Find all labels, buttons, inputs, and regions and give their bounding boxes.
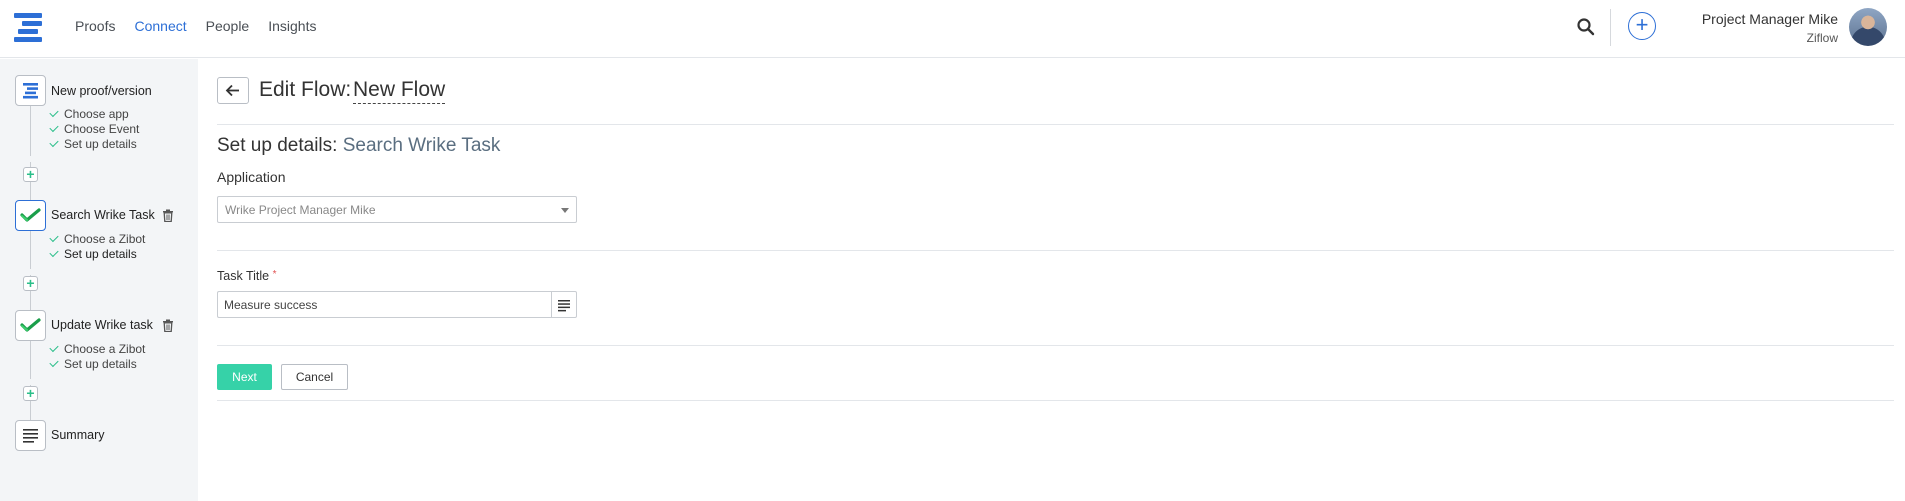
divider: [217, 250, 1894, 251]
check-icon: [49, 107, 59, 118]
flow-name-editable[interactable]: New Flow: [353, 78, 446, 104]
divider: [217, 345, 1894, 346]
add-step-button[interactable]: +: [23, 167, 38, 182]
connector-line: [30, 231, 31, 269]
ziflow-logo[interactable]: [14, 13, 44, 43]
substep-set-up-details[interactable]: Set up details: [49, 357, 137, 371]
user-name[interactable]: Project Manager Mike: [1702, 11, 1838, 27]
add-step-button[interactable]: +: [23, 386, 38, 401]
application-select[interactable]: Wrike Project Manager Mike: [217, 196, 577, 223]
wrike-check-icon[interactable]: [15, 310, 46, 341]
main-nav: Proofs Connect People Insights: [75, 18, 316, 34]
back-button[interactable]: [217, 77, 249, 104]
plus-circle-icon[interactable]: +: [1628, 12, 1656, 40]
substep-choose-a-zibot[interactable]: Choose a Zibot: [49, 232, 145, 246]
next-button[interactable]: Next: [217, 364, 272, 390]
search-icon[interactable]: [1576, 17, 1596, 37]
trash-icon[interactable]: [162, 209, 174, 222]
substep-set-up-details[interactable]: Set up details: [49, 247, 137, 261]
substep-choose-a-zibot[interactable]: Choose a Zibot: [49, 342, 145, 356]
chevron-down-icon: [561, 208, 569, 213]
step-title-new-proof[interactable]: New proof/version: [51, 84, 152, 98]
ziflow-logo-icon[interactable]: [15, 75, 46, 106]
application-label: Application: [217, 169, 286, 185]
list-lines-icon[interactable]: [15, 420, 46, 451]
check-icon: [49, 342, 59, 353]
divider: [217, 124, 1894, 125]
avatar[interactable]: [1849, 8, 1887, 46]
flow-steps-sidebar: New proof/version Choose app Choose Even…: [0, 59, 198, 501]
header-divider: [1610, 9, 1611, 46]
trash-icon[interactable]: [162, 319, 174, 332]
check-icon: [49, 232, 59, 243]
user-organization: Ziflow: [1806, 31, 1838, 45]
task-title-input[interactable]: Measure success: [217, 291, 551, 318]
cancel-button[interactable]: Cancel: [281, 364, 348, 390]
connector-line: [30, 106, 31, 156]
text-align-icon: [558, 300, 570, 312]
step-title-update-wrike-task[interactable]: Update Wrike task: [51, 318, 153, 332]
task-title-label: Task Title *: [217, 269, 277, 283]
top-bar: Proofs Connect People Insights + Project…: [0, 0, 1905, 58]
step-title-summary[interactable]: Summary: [51, 428, 104, 442]
insert-field-button[interactable]: [551, 291, 577, 318]
check-icon: [49, 357, 59, 368]
check-icon: [49, 122, 59, 133]
section-title: Set up details: Search Wrike Task: [217, 135, 501, 156]
check-icon: [49, 247, 59, 258]
nav-people[interactable]: People: [206, 18, 250, 34]
substep-choose-app[interactable]: Choose app: [49, 107, 129, 121]
add-step-button[interactable]: +: [23, 276, 38, 291]
nav-proofs[interactable]: Proofs: [75, 18, 115, 34]
page-title: Edit Flow:: [259, 78, 352, 101]
arrow-left-icon: [225, 84, 239, 97]
step-title-search-wrike-task[interactable]: Search Wrike Task: [51, 208, 155, 222]
nav-insights[interactable]: Insights: [268, 18, 316, 34]
check-icon: [49, 137, 59, 148]
substep-set-up-details[interactable]: Set up details: [49, 137, 137, 151]
nav-connect[interactable]: Connect: [134, 18, 186, 34]
wrike-check-icon[interactable]: [15, 200, 46, 231]
connector-line: [30, 341, 31, 379]
divider: [217, 400, 1894, 401]
substep-choose-event[interactable]: Choose Event: [49, 122, 139, 136]
